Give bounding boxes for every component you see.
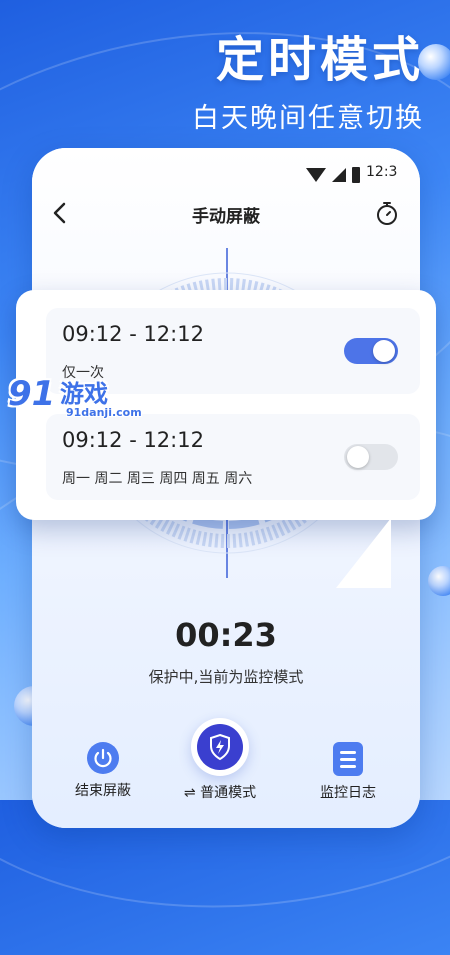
countdown-timer: 00:23 xyxy=(175,616,277,654)
monitor-log-label: 监控日志 xyxy=(320,785,376,801)
protection-status: 保护中,当前为监控模式 xyxy=(148,668,304,686)
end-block-button[interactable]: 结束屏蔽 xyxy=(53,742,153,800)
watermark-url: 91danji.com xyxy=(66,406,142,419)
stopwatch-icon[interactable] xyxy=(374,200,400,226)
signal-icon xyxy=(332,168,346,182)
monitor-log-button[interactable]: 监控日志 xyxy=(298,742,398,802)
schedule-time-range: 09:12 - 12:12 xyxy=(62,322,204,346)
decorative-orb xyxy=(428,566,450,596)
promo-title: 定时模式 xyxy=(215,32,424,88)
schedule-toggle[interactable] xyxy=(344,444,398,470)
end-block-label: 结束屏蔽 xyxy=(75,783,131,799)
promo-headline: 定时模式 白天晚间任意切换 xyxy=(192,30,424,135)
power-icon xyxy=(87,742,119,774)
normal-mode-button[interactable]: ⇌ 普通模式 xyxy=(170,718,270,802)
battery-icon xyxy=(352,167,360,183)
navigation-bar: 手动屏蔽 xyxy=(32,198,420,228)
bottom-action-bar: 结束屏蔽 ⇌ 普通模式 监控日志 xyxy=(32,718,420,828)
schedule-repeat: 周一 周二 周三 周四 周五 周六 xyxy=(62,471,253,487)
watermark-text: 游戏 xyxy=(60,380,108,408)
normal-mode-label: ⇌ 普通模式 xyxy=(183,785,257,801)
status-time: 12:3 xyxy=(366,164,398,180)
document-list-icon xyxy=(333,742,363,776)
wifi-icon xyxy=(306,168,326,182)
status-bar: 12:3 xyxy=(300,164,420,186)
schedule-time-range: 09:12 - 12:12 xyxy=(62,428,204,452)
site-watermark: 91 游戏 91danji.com xyxy=(6,370,142,430)
page-title: 手动屏蔽 xyxy=(192,207,260,227)
shield-lightning-icon xyxy=(197,724,243,770)
watermark-number: 91 xyxy=(8,374,56,414)
popup-tail xyxy=(316,518,391,588)
schedule-toggle[interactable] xyxy=(344,338,398,364)
promo-subtitle: 白天晚间任意切换 xyxy=(192,103,424,134)
